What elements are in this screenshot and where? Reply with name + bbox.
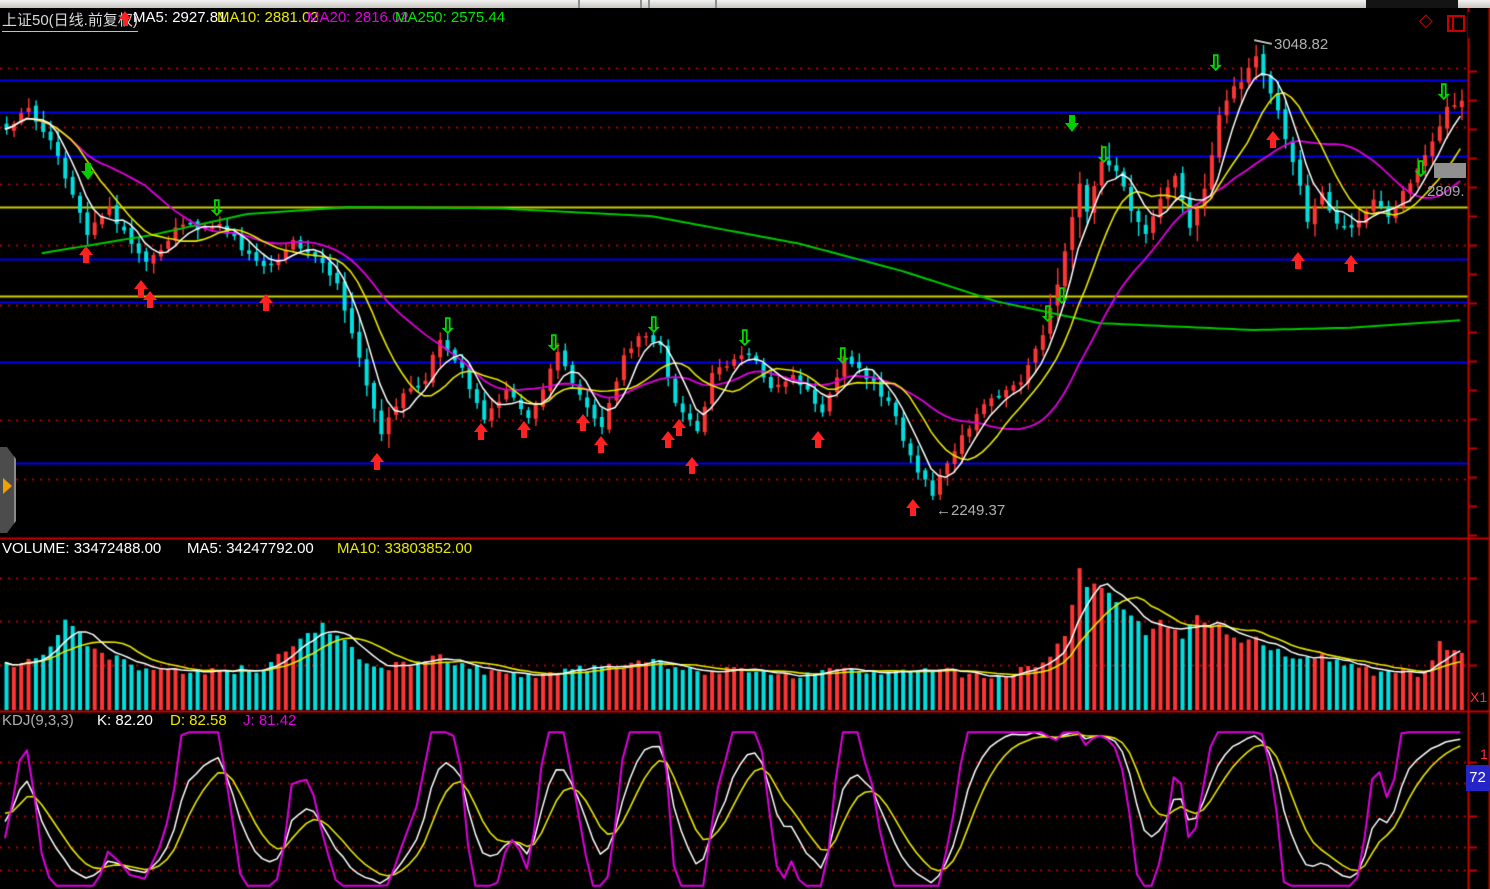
ma250-label: MA250: [395, 9, 447, 26]
sell-signal-hollow-arrow-icon: ⇩ [1039, 306, 1057, 325]
volume-ma5-legend: MA5: 34247792.00 [187, 540, 314, 557]
volume-ma10-label: MA10: [337, 540, 380, 557]
topbar-dark-segment [1366, 0, 1458, 8]
ma20-legend: MA20: 2816.02 [307, 9, 409, 26]
k-label: K: [97, 712, 111, 729]
sell-signal-hollow-arrow-icon: ⇩ [645, 317, 663, 336]
sell-signal-hollow-arrow-icon: ⇩ [736, 330, 754, 349]
ma5-label: MA5: [133, 9, 168, 26]
buy-signal-arrow-icon [594, 436, 608, 453]
buy-signal-arrow-icon [79, 246, 93, 263]
volume-ma10-legend: MA10: 33803852.00 [337, 540, 472, 557]
split-window-icon-line [1452, 17, 1454, 30]
ma250-legend: MA250: 2575.44 [395, 9, 505, 26]
drop-signal-arrow-icon [1065, 115, 1079, 132]
trading-app-window: 上证50(日线.前复权) MA5: 2927.81 MA10: 2881.02 … [0, 0, 1490, 889]
sell-signal-hollow-arrow-icon: ⇩ [1053, 288, 1071, 307]
trough-price-annotation: ←2249.37 [936, 502, 1005, 519]
window-top-strip [0, 0, 1490, 8]
peak-price-annotation: 3048.82 [1274, 36, 1328, 53]
split-window-icon[interactable] [1447, 15, 1465, 32]
last-price-label: 2809. [1427, 183, 1465, 200]
buy-signal-arrow-icon [143, 291, 157, 308]
sell-signal-hollow-arrow-icon: ⇩ [208, 200, 226, 219]
sell-signal-hollow-arrow-icon: ⇩ [545, 335, 563, 354]
volume-value: 33472488.00 [74, 540, 162, 557]
d-value: 82.58 [189, 712, 227, 729]
volume-legend: VOLUME: 33472488.00 [2, 540, 161, 557]
topbar-divider [640, 0, 642, 8]
up-trend-arrow-icon [119, 11, 131, 26]
topbar-divider [578, 0, 580, 8]
kdj-axis-top-label: 1 [1480, 746, 1488, 762]
volume-label: VOLUME: [2, 540, 70, 557]
buy-signal-arrow-icon [517, 421, 531, 438]
buy-signal-arrow-icon [1291, 252, 1305, 269]
sell-signal-hollow-arrow-icon: ⇩ [1412, 161, 1430, 180]
symbol-title[interactable]: 上证50(日线.前复权) [2, 9, 138, 32]
sell-signal-hollow-arrow-icon: ⇩ [1435, 84, 1453, 103]
buy-signal-arrow-icon [370, 453, 384, 470]
volume-ma5-label: MA5: [187, 540, 222, 557]
kdj-indicator-name[interactable]: KDJ(9,3,3) [2, 712, 74, 729]
volume-ma5-value: 34247792.00 [226, 540, 314, 557]
buy-signal-arrow-icon [1344, 255, 1358, 272]
kdj-j-legend: J: 81.42 [243, 712, 296, 729]
j-value: 81.42 [259, 712, 297, 729]
buy-signal-arrow-icon [672, 419, 686, 436]
drop-signal-arrow-icon [81, 163, 95, 180]
sell-signal-hollow-arrow-icon: ⇩ [439, 318, 457, 337]
sell-signal-hollow-arrow-icon: ⇩ [1095, 147, 1113, 166]
buy-signal-arrow-icon [811, 431, 825, 448]
topbar-divider [715, 0, 717, 8]
kdj-d-legend: D: 82.58 [170, 712, 227, 729]
ma10-label: MA10: [217, 9, 260, 26]
j-label: J: [243, 712, 255, 729]
ma10-legend: MA10: 2881.02 [217, 9, 319, 26]
buy-signal-arrow-icon [685, 457, 699, 474]
d-label: D: [170, 712, 185, 729]
kdj-axis-value-badge: 72 [1466, 765, 1489, 791]
kdj-k-legend: K: 82.20 [97, 712, 153, 729]
volume-axis-x1-label: X1 [1470, 689, 1487, 705]
sell-signal-hollow-arrow-icon: ⇩ [834, 348, 852, 367]
buy-signal-arrow-icon [1266, 131, 1280, 148]
ma250-value: 2575.44 [451, 9, 505, 26]
price-tag-box [1434, 163, 1466, 178]
ma5-legend: MA5: 2927.81 [133, 9, 226, 26]
buy-signal-arrow-icon [259, 294, 273, 311]
buy-signal-arrow-icon [576, 414, 590, 431]
volume-ma10-value: 33803852.00 [385, 540, 473, 557]
buy-signal-arrow-icon [474, 423, 488, 440]
diamond-tool-icon[interactable]: ◇ [1419, 10, 1433, 31]
topbar-divider [648, 0, 650, 8]
expand-arrow-icon [3, 478, 12, 494]
k-value: 82.20 [115, 712, 153, 729]
sidebar-expand-handle[interactable] [0, 447, 16, 533]
sell-signal-hollow-arrow-icon: ⇩ [1207, 55, 1225, 74]
buy-signal-arrow-icon [906, 499, 920, 516]
ma20-label: MA20: [307, 9, 350, 26]
